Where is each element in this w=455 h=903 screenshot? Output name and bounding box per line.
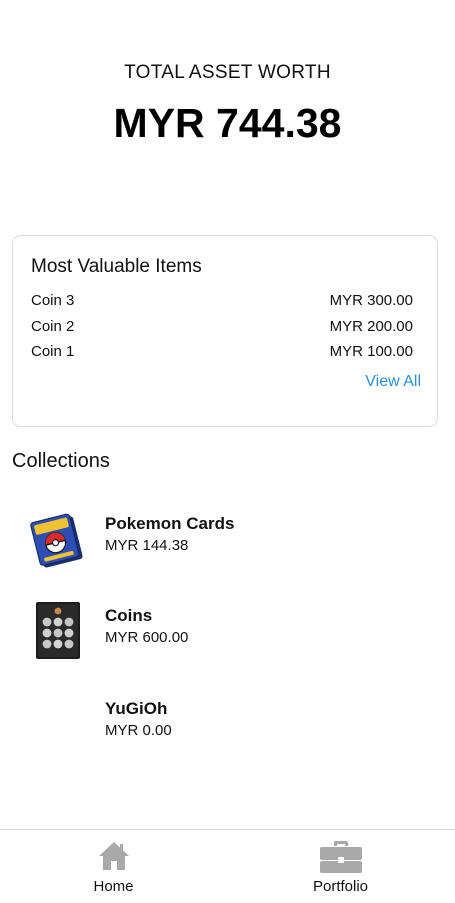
nav-home-label: Home: [93, 878, 134, 895]
most-valuable-card: Most Valuable Items Coin 3 MYR 300.00 Co…: [12, 235, 438, 427]
valuable-item-name: Coin 3: [31, 292, 75, 309]
nav-portfolio[interactable]: Portfolio: [227, 830, 454, 903]
nav-home[interactable]: Home: [0, 830, 227, 903]
home-icon: [97, 840, 131, 877]
coin-album-image: [28, 602, 88, 662]
collection-name: Pokemon Cards: [105, 514, 235, 533]
valuable-item-value: MYR 100.00: [329, 343, 413, 360]
valuable-item-name: Coin 1: [31, 343, 75, 360]
total-asset-label: TOTAL ASSET WORTH: [124, 62, 331, 83]
collection-item-yugioh[interactable]: YuGiOh MYR 0.00: [0, 695, 455, 775]
most-valuable-title: Most Valuable Items: [31, 256, 202, 277]
nav-portfolio-label: Portfolio: [312, 878, 369, 895]
collection-item-pokemon-cards[interactable]: Pokemon Cards MYR 144.38: [0, 510, 455, 590]
collection-value: MYR 600.00: [105, 629, 189, 646]
valuable-item-row: Coin 1 MYR 100.00: [31, 343, 413, 365]
collection-name: Coins: [105, 606, 153, 625]
bottom-navigation: Home Portfolio: [0, 829, 455, 903]
briefcase-icon: [318, 840, 364, 879]
view-all-link[interactable]: View All: [365, 373, 421, 391]
total-asset-value: MYR 744.38: [113, 100, 342, 146]
valuable-item-value: MYR 200.00: [329, 318, 413, 335]
collection-name: YuGiOh: [105, 699, 168, 718]
collections-title: Collections: [12, 450, 110, 472]
pokemon-cards-deck-image: [28, 510, 88, 570]
collection-item-coins[interactable]: Coins MYR 600.00: [0, 602, 455, 682]
valuable-item-row: Coin 3 MYR 300.00: [31, 292, 413, 314]
collection-value: MYR 144.38: [105, 537, 189, 554]
valuable-item-name: Coin 2: [31, 318, 75, 335]
valuable-item-row: Coin 2 MYR 200.00: [31, 318, 413, 340]
collection-value: MYR 0.00: [105, 722, 172, 739]
valuable-item-value: MYR 300.00: [329, 292, 413, 309]
